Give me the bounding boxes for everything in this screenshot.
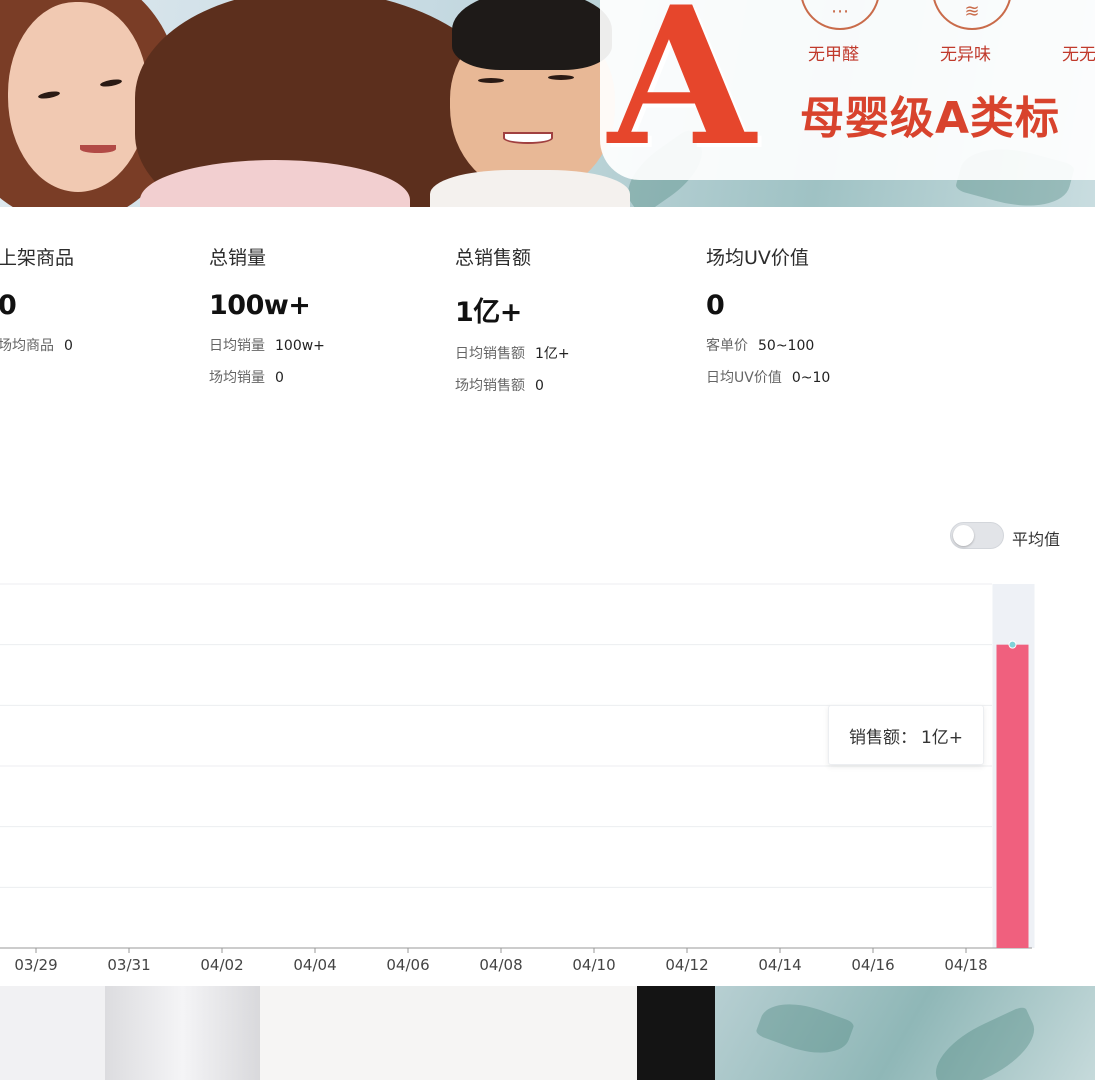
x-tick-label: 04/06: [386, 956, 430, 974]
x-tick-label: 03/29: [14, 956, 58, 974]
x-tick-label: 04/02: [200, 956, 244, 974]
stat-value: 0: [706, 290, 725, 321]
stat-sub: 日均销售额 1亿+: [455, 346, 570, 362]
badge-label: 无甲醛: [808, 45, 859, 65]
stat-value: 100w+: [209, 290, 311, 321]
stat-value: 1亿+: [455, 297, 522, 328]
average-toggle[interactable]: [950, 522, 1004, 549]
stat-uv-value: 场均UV价值 0 客单价 50~100 日均UV价值 0~10: [706, 243, 830, 387]
x-tick-label: 04/14: [758, 956, 802, 974]
x-tick-label: 04/10: [572, 956, 616, 974]
stat-total-sales: 总销售额 1亿+ 日均销售额 1亿+ 场均销售额 0: [455, 243, 570, 395]
stat-sub: 客单价 50~100: [706, 338, 815, 354]
x-tick-label: 04/08: [479, 956, 523, 974]
badge-label: 无异味: [940, 45, 991, 65]
x-tick-label: 04/16: [851, 956, 895, 974]
promo-sign-title: 母婴级A类标: [800, 93, 1061, 144]
stat-sub: 场均销量 0: [209, 370, 284, 386]
stat-value: 0: [0, 290, 17, 321]
stat-total-volume: 总销量 100w+ 日均销量 100w+ 场均销量 0: [209, 243, 325, 387]
sales-bar-chart: 销售额： 1亿+ 03/29 03/31 04/02 04/04 04/06 04/08 04…: [0, 560, 1095, 985]
livestream-photo-top: A ⋯ 无甲醛 ≋ 无异味 无无 母婴级A类标: [0, 0, 1095, 207]
x-tick-label: 04/12: [665, 956, 709, 974]
stat-sub: 场均商品 0: [0, 338, 73, 354]
stat-listed-products: 上架商品 0 场均商品 0: [0, 243, 74, 355]
stat-label: 场均UV价值: [706, 247, 809, 269]
stat-sub: 场均销售额 0: [455, 378, 544, 394]
chart-canvas: [0, 583, 1035, 953]
brand-letter-logo: A: [608, 0, 756, 188]
livestream-photo-bottom: [0, 986, 1095, 1080]
bar-top-marker: [1008, 640, 1017, 649]
x-tick-label: 04/04: [293, 956, 337, 974]
x-tick-label: 04/18: [944, 956, 988, 974]
stat-sub: 日均UV价值 0~10: [706, 370, 831, 386]
stat-sub: 日均销量 100w+: [209, 338, 325, 354]
bar-04/19: [996, 644, 1029, 948]
stat-label: 上架商品: [0, 247, 75, 269]
stats-panel: 上架商品 0 场均商品 0 总销量 100w+ 日均销量 100w+ 场均销量 0 总…: [0, 207, 1095, 447]
chart-tooltip: 销售额： 1亿+: [828, 705, 984, 765]
stat-label: 总销售额: [455, 247, 532, 269]
toggle-knob: [953, 525, 974, 546]
badge-label: 无无: [1062, 45, 1095, 65]
stat-label: 总销量: [209, 247, 267, 269]
average-toggle-label[interactable]: 平均值: [1012, 526, 1060, 550]
x-tick-label: 03/31: [107, 956, 151, 974]
